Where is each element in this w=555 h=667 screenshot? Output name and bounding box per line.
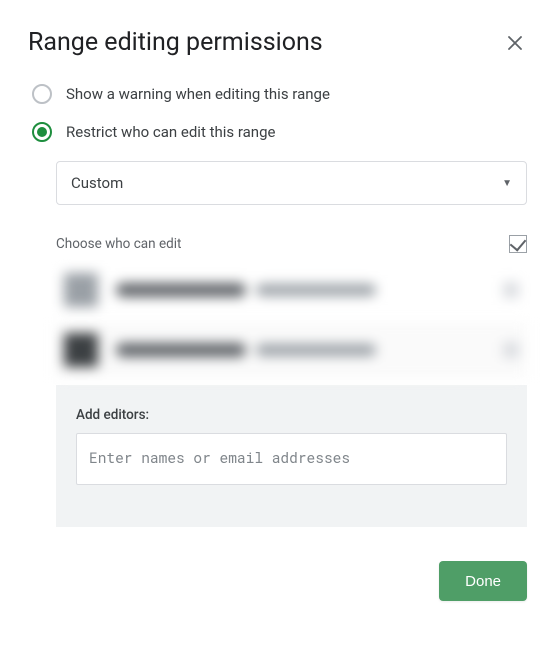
user-email-redacted: [256, 344, 376, 356]
choose-who-label: Choose who can edit: [56, 236, 181, 252]
select-all-checkbox[interactable]: [509, 235, 527, 253]
editor-user-list: [56, 263, 527, 377]
avatar: [64, 273, 98, 307]
add-editors-input[interactable]: [76, 433, 507, 485]
user-email-redacted: [256, 284, 376, 296]
radio-icon: [32, 122, 52, 142]
user-row[interactable]: [56, 263, 527, 317]
user-row[interactable]: [56, 323, 527, 377]
choose-who-row: Choose who can edit: [56, 235, 527, 253]
radio-icon: [32, 84, 52, 104]
close-icon: [508, 36, 522, 50]
dialog-header: Range editing permissions: [28, 28, 527, 57]
permission-type-select[interactable]: Custom ▼: [56, 161, 527, 205]
avatar: [64, 333, 98, 367]
add-editors-panel: Add editors:: [56, 385, 527, 527]
radio-restrict[interactable]: Restrict who can edit this range: [28, 113, 527, 151]
user-name-redacted: [116, 343, 246, 357]
chevron-down-icon: ▼: [502, 178, 512, 189]
user-checkbox[interactable]: [503, 342, 519, 358]
dialog-title: Range editing permissions: [28, 28, 323, 57]
close-button[interactable]: [503, 31, 527, 55]
select-value: Custom: [71, 174, 123, 192]
dialog-footer: Done: [28, 561, 527, 601]
radio-show-warning[interactable]: Show a warning when editing this range: [28, 75, 527, 113]
user-name-redacted: [116, 283, 246, 297]
range-permissions-dialog: Range editing permissions Show a warning…: [0, 0, 555, 629]
radio-label: Show a warning when editing this range: [66, 85, 330, 103]
user-checkbox[interactable]: [503, 282, 519, 298]
radio-label: Restrict who can edit this range: [66, 123, 275, 141]
restrict-options: Custom ▼ Choose who can edit Add editors…: [56, 161, 527, 527]
done-button[interactable]: Done: [439, 561, 527, 601]
add-editors-label: Add editors:: [76, 407, 507, 423]
permission-mode-radios: Show a warning when editing this range R…: [28, 75, 527, 151]
